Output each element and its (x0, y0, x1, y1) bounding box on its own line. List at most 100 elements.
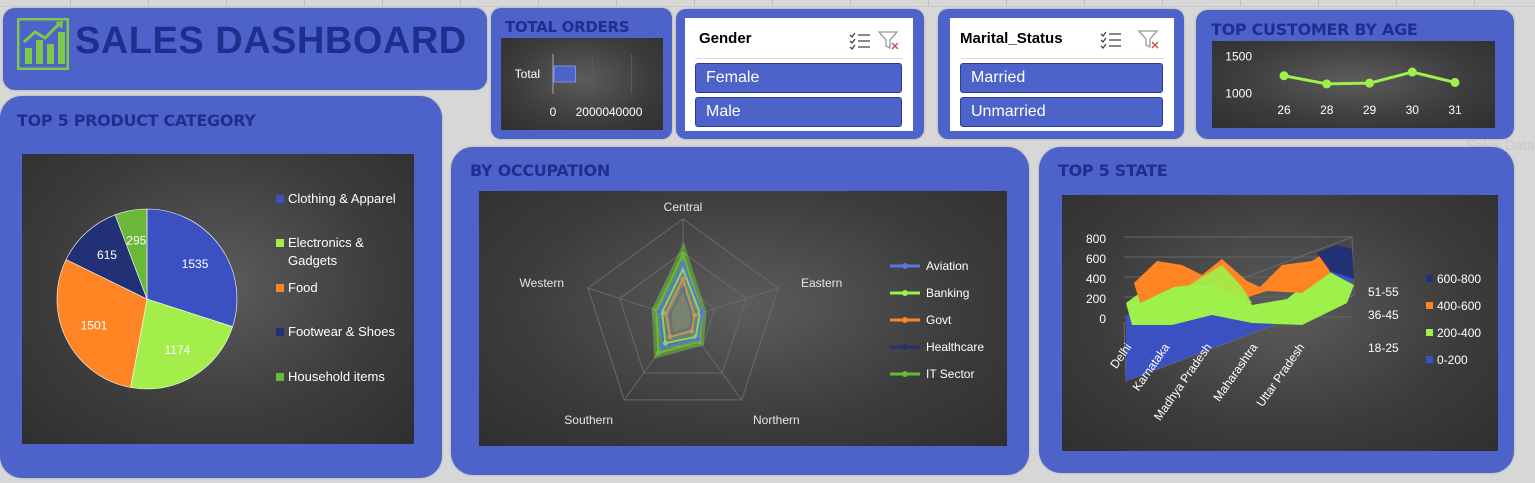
bar-chart-growth-icon (17, 18, 69, 70)
gridline (1240, 0, 1241, 6)
slicer-item-unmarried[interactable]: Unmarried (960, 97, 1163, 127)
pie-legend-swatch (276, 373, 284, 381)
orders-tick-label: 0 (550, 105, 557, 119)
pie-legend-label: Footwear & Shoes (288, 324, 395, 339)
total-orders-chart-area: Total 0 2000040000 (501, 38, 663, 130)
radar-point (655, 350, 661, 356)
top-state-surface-chart: 800600400200051-5536-4518-25DelhiKarnata… (1086, 232, 1481, 423)
slicer-item-married[interactable]: Married (960, 63, 1163, 93)
top-state-title: TOP 5 STATE (1058, 161, 1168, 180)
slicer-item-male[interactable]: Male (695, 97, 902, 127)
age-data-point (1322, 79, 1332, 89)
age-xtick-label: 28 (1320, 103, 1334, 117)
gender-slicer: Gender Female Male (685, 18, 913, 131)
slicer-divider (695, 58, 903, 59)
surface-depth-label: 51-55 (1368, 285, 1399, 299)
top-state-panel: TOP 5 STATE 800 600 400 200 0 51-55 36-45 18-25… (1039, 147, 1514, 473)
pie-legend-swatch (276, 239, 284, 247)
pie-data-label: 1535 (182, 257, 209, 271)
gridline (616, 0, 617, 6)
multi-select-icon[interactable] (1100, 31, 1122, 49)
radar-axis-label: Southern (564, 413, 613, 427)
product-category-panel: TOP 5 PRODUCT CATEGORY 1535 1174 1501 615 29… (0, 96, 442, 478)
marital-status-slicer-panel: Marital_Status Married Unmarried (938, 9, 1184, 139)
top-state-chart-area: 800 600 400 200 0 51-55 36-45 18-25 Delhi Karnata… (1062, 195, 1498, 451)
slicer-divider (960, 58, 1164, 59)
total-orders-chart: Total 0 2000040000 (515, 54, 643, 119)
surface-legend-swatch (1426, 329, 1433, 336)
surface-category-label: Uttar Pradesh (1254, 341, 1308, 410)
gridline (1396, 0, 1397, 6)
clear-filter-icon[interactable] (1138, 30, 1160, 50)
gridline (1084, 0, 1085, 6)
gender-slicer-header: Gender (699, 30, 752, 47)
pie-legend-label: Gadgets (288, 253, 338, 268)
pie-legend-swatch (276, 284, 284, 292)
surface-legend-swatch (1426, 275, 1433, 282)
radar-legend-marker (902, 371, 908, 377)
radar-axis-label: Central (664, 200, 703, 214)
orders-tick-label: 2000040000 (576, 105, 643, 119)
age-xtick-label: 30 (1406, 103, 1420, 117)
top-customer-by-age-title: TOP CUSTOMER BY AGE (1211, 20, 1418, 39)
age-ytick-label: 1500 (1225, 49, 1252, 63)
radar-axis-label: Western (520, 276, 564, 290)
gridline (304, 0, 305, 6)
gridline (1318, 0, 1319, 6)
gender-slicer-panel: Gender Female Male (676, 9, 924, 139)
pie-legend-swatch (276, 328, 284, 336)
age-line-chart: 1500 1000 26 28 29 30 31 (1225, 49, 1462, 117)
slicer-item-female[interactable]: Female (695, 63, 902, 93)
radar-legend-marker (902, 344, 908, 350)
top-customer-by-age-panel: TOP CUSTOMER BY AGE 1500 1000 26 28 29 30 31 (1196, 10, 1514, 139)
pie-data-label: 295 (126, 234, 146, 248)
pie-legend-label: Household items (288, 369, 385, 384)
surface-legend-label: 0-200 (1437, 353, 1468, 367)
pie-legend-label: Electronics & (288, 235, 364, 250)
sheet-gridline-strip (0, 0, 1535, 7)
gridline (772, 0, 773, 6)
header-panel: SALES DASHBOARD (3, 8, 487, 90)
gridline (460, 0, 461, 6)
surface-legend-label: 200-400 (1437, 326, 1481, 340)
occupation-radar-chart: Central Eastern Northern Southern Western Avi… (520, 200, 985, 427)
product-category-pie-chart: 1535 1174 1501 615 295 Clothing & Apparel Elec… (56, 191, 396, 390)
gridline (1162, 0, 1163, 6)
age-data-point (1279, 71, 1289, 81)
radar-axis-label: Eastern (801, 276, 842, 290)
clear-filter-icon[interactable] (878, 31, 900, 51)
age-data-point (1407, 67, 1417, 77)
occupation-chart-area: Central Eastern Northern Southern Western Avi… (479, 191, 1007, 446)
gridline (928, 0, 929, 6)
gridline (694, 0, 695, 6)
gridline (148, 0, 149, 6)
age-xtick-label: 31 (1448, 103, 1462, 117)
gridline (382, 0, 383, 6)
total-orders-title: TOTAL ORDERS (505, 18, 630, 36)
surface-legend-swatch (1426, 356, 1433, 363)
gridline (538, 0, 539, 6)
orders-category-label: Total (515, 67, 540, 81)
surface-legend-label: 400-600 (1437, 299, 1481, 313)
radar-legend-marker (902, 263, 908, 269)
radar-point (656, 308, 662, 314)
age-ytick-label: 1000 (1225, 87, 1252, 101)
pie-data-label: 615 (97, 248, 117, 262)
total-orders-panel: TOTAL ORDERS Total 0 2000040000 (491, 8, 672, 139)
radar-point (695, 336, 701, 342)
product-category-title: TOP 5 PRODUCT CATEGORY (17, 111, 256, 130)
marital-status-slicer: Marital_Status Married Unmarried (950, 18, 1174, 131)
multi-select-icon[interactable] (849, 32, 871, 50)
surface-ztick-label: 200 (1086, 292, 1106, 306)
age-chart-area: 1500 1000 26 28 29 30 31 (1212, 41, 1495, 128)
surface-ztick-label: 600 (1086, 252, 1106, 266)
pie-legend-label: Clothing & Apparel (288, 191, 396, 206)
pie-data-label: 1174 (165, 343, 191, 357)
surface-legend-swatch (1426, 302, 1433, 309)
occupation-title: BY OCCUPATION (470, 161, 610, 180)
pie-legend-swatch (276, 195, 284, 203)
gridline (70, 0, 71, 6)
radar-series-shape (658, 261, 704, 349)
pie-legend-label: Food (288, 280, 318, 295)
age-data-point (1365, 78, 1374, 88)
